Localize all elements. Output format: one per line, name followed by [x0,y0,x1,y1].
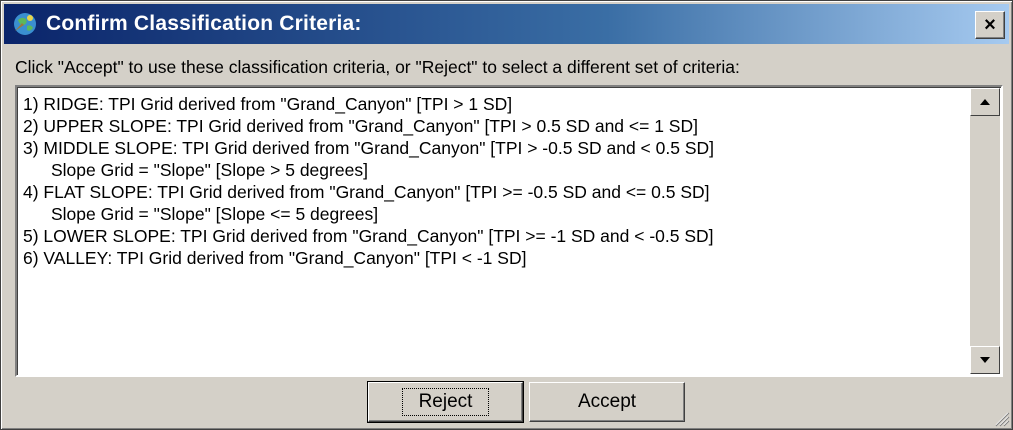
criteria-line: 5) LOWER SLOPE: TPI Grid derived from "G… [23,226,714,246]
close-icon: × [984,14,996,36]
resize-grip-icon[interactable] [990,407,1010,427]
criteria-line: Slope Grid = "Slope" [Slope > 5 degrees] [51,160,368,180]
scroll-down-button[interactable] [970,346,1000,374]
reject-label: Reject [401,388,490,416]
confirm-dialog: Confirm Classification Criteria: × Click… [0,0,1013,430]
accept-label: Accept [577,391,637,412]
dialog-title: Confirm Classification Criteria: [46,12,362,35]
criteria-listbox[interactable]: 1) RIDGE: TPI Grid derived from "Grand_C… [15,85,1003,377]
close-button[interactable]: × [975,11,1005,39]
criteria-line: 6) VALLEY: TPI Grid derived from "Grand_… [23,248,527,268]
globe-icon [10,9,40,39]
scroll-up-button[interactable] [970,88,1000,116]
arrow-down-icon [980,357,990,363]
arrow-up-icon [980,99,990,105]
scroll-track[interactable] [970,116,1000,346]
criteria-line: 1) RIDGE: TPI Grid derived from "Grand_C… [23,94,513,114]
title-bar[interactable]: Confirm Classification Criteria: × [4,4,1009,44]
criteria-line: 3) MIDDLE SLOPE: TPI Grid derived from "… [23,138,715,158]
criteria-line: 4) FLAT SLOPE: TPI Grid derived from "Gr… [23,182,710,202]
reject-button[interactable]: Reject [367,381,524,423]
accept-button[interactable]: Accept [529,382,685,422]
criteria-line: 2) UPPER SLOPE: TPI Grid derived from "G… [23,116,698,136]
criteria-line: Slope Grid = "Slope" [Slope <= 5 degrees… [51,204,379,224]
vertical-scrollbar[interactable] [970,88,1000,374]
instruction-text: Click "Accept" to use these classificati… [15,57,740,77]
